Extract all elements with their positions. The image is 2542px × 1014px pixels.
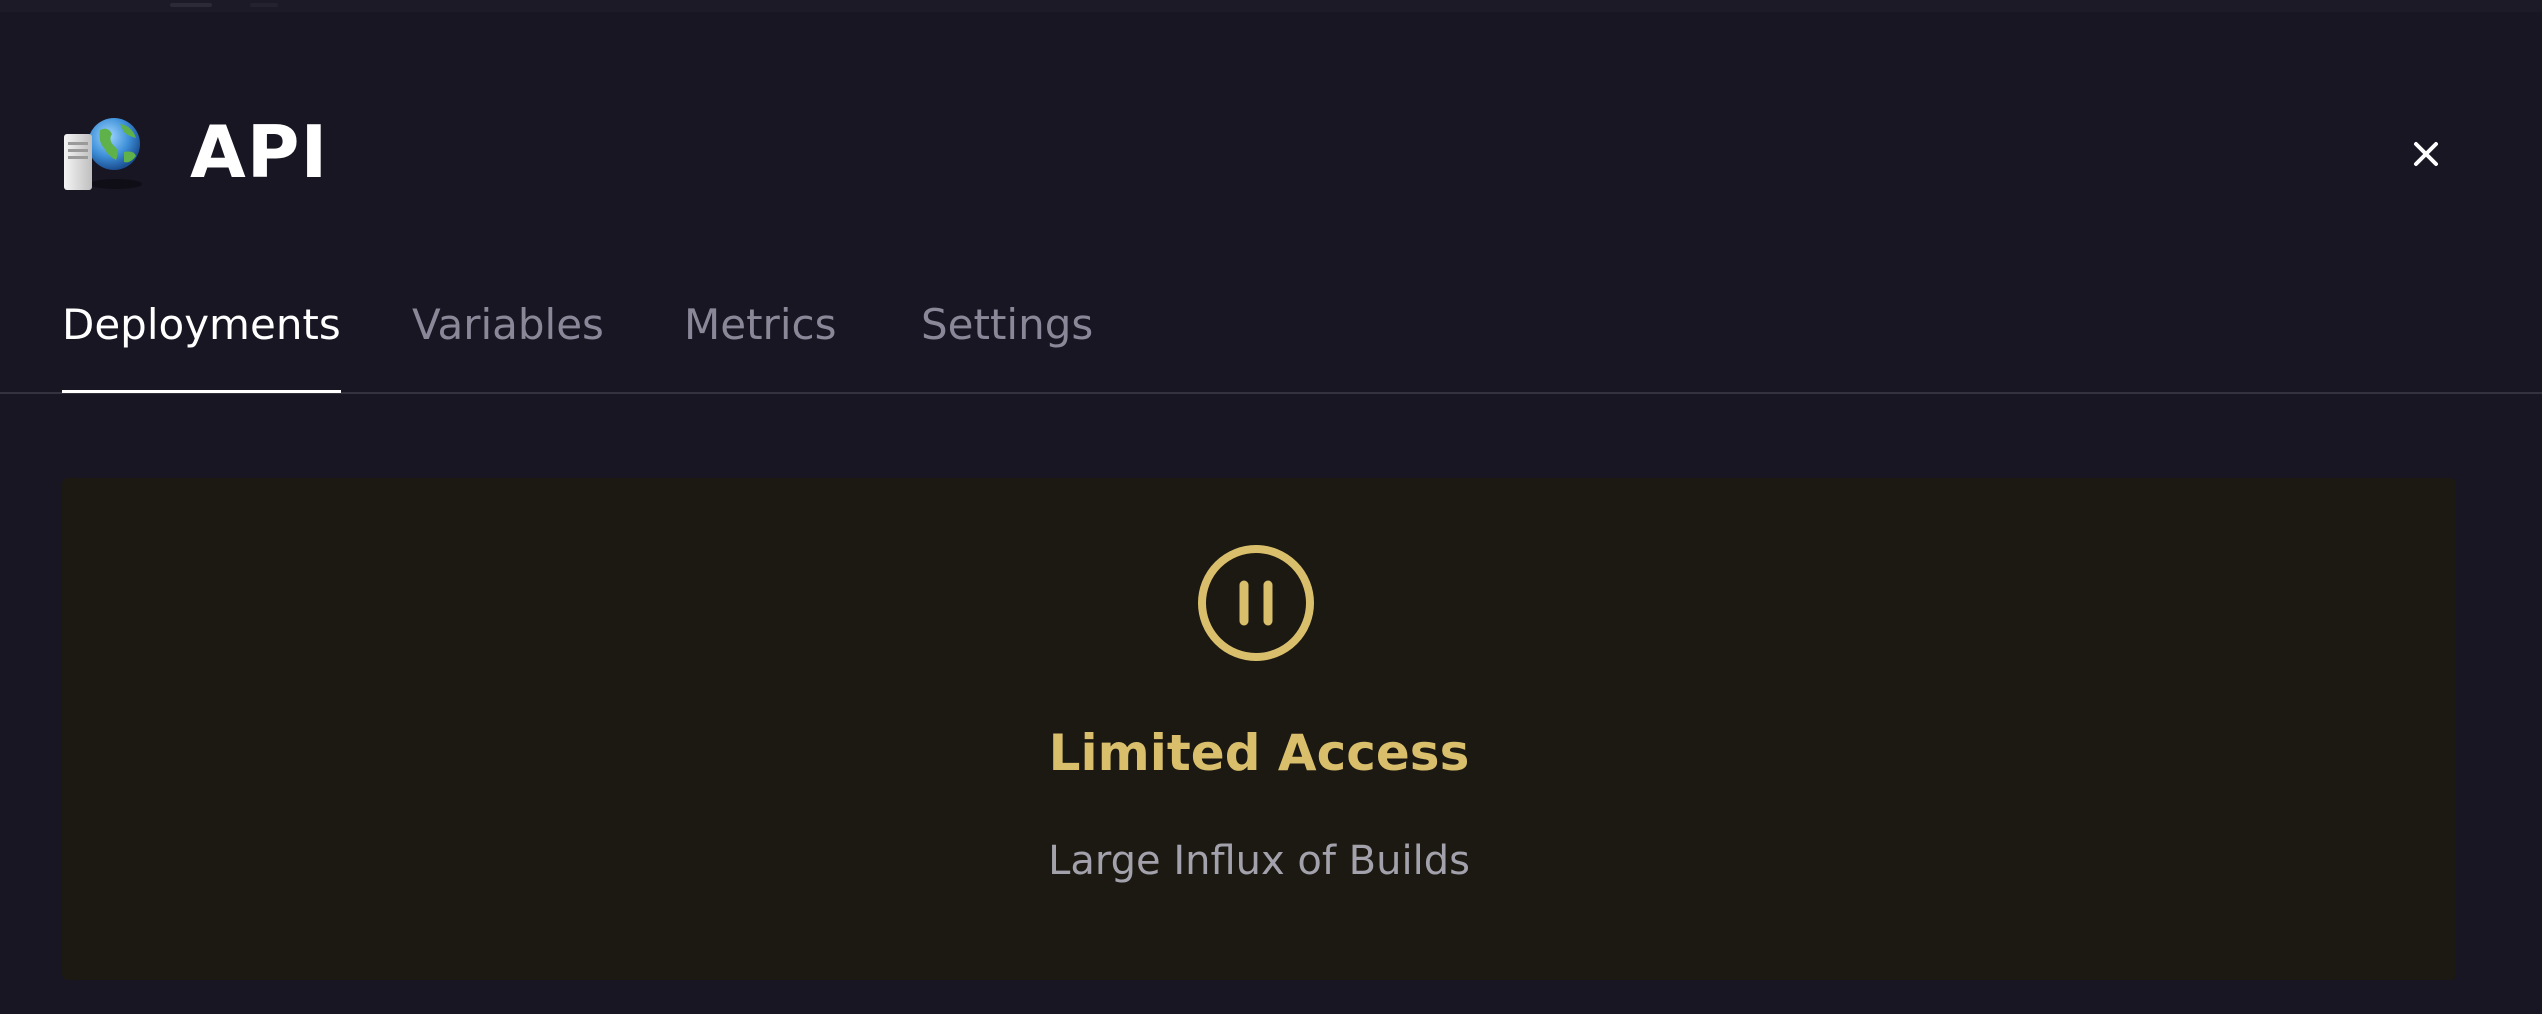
limited-access-notice: Limited Access Large Influx of Builds — [62, 478, 2456, 980]
tab-deployments[interactable]: Deployments — [62, 280, 341, 393]
service-title: API — [190, 110, 329, 194]
service-panel-header: API — [0, 0, 2542, 310]
notice-subtitle: Large Influx of Builds — [1048, 838, 1470, 884]
notice-title: Limited Access — [1048, 724, 1470, 782]
tab-variables[interactable]: Variables — [412, 280, 604, 392]
server-globe-icon — [62, 116, 148, 192]
close-icon — [2414, 142, 2438, 166]
tab-settings[interactable]: Settings — [921, 280, 1093, 392]
pause-circle-icon — [1196, 543, 1316, 663]
tab-metrics[interactable]: Metrics — [684, 280, 836, 392]
service-tabs: Deployments Variables Metrics Settings — [0, 280, 2542, 394]
close-button[interactable] — [2402, 130, 2450, 178]
